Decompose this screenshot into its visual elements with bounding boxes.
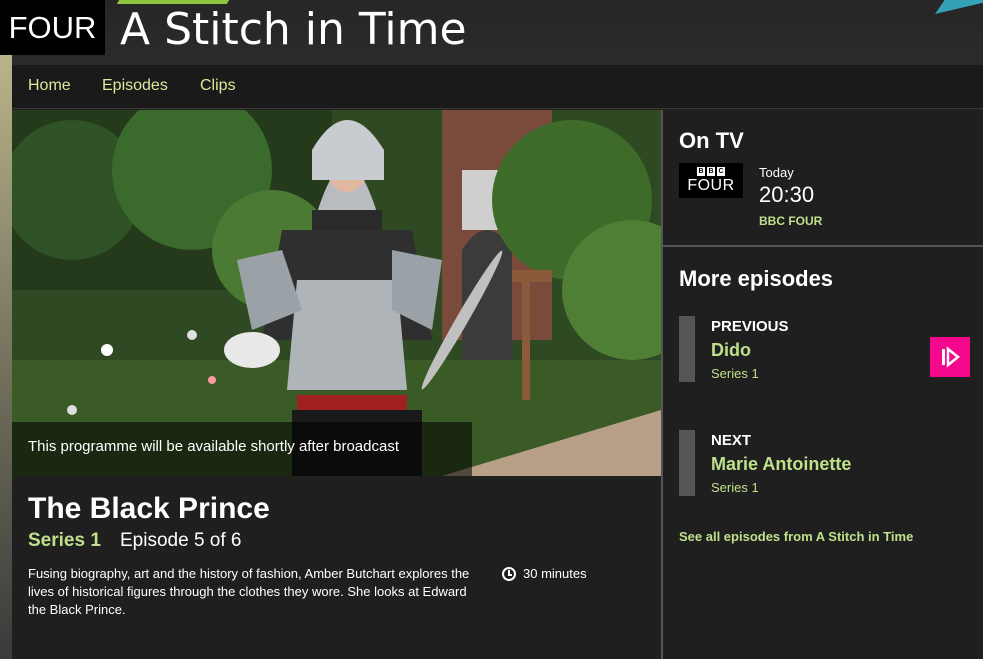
next-episode-title[interactable]: Marie Antoinette [711,454,851,475]
nav-clips[interactable]: Clips [200,77,236,95]
brand-title[interactable]: A Stitch in Time [120,4,467,55]
iplayer-play-button[interactable] [930,337,970,377]
clock-icon [502,566,516,581]
on-tv-heading: On TV [679,128,744,153]
bbc-blocks: B B C [697,167,725,176]
duration-text: 30 minutes [523,566,587,581]
next-episode-card[interactable]: NEXT Marie Antoinette Series 1 [679,430,969,496]
more-episodes-heading: More episodes [679,266,834,291]
channel-logo-text: FOUR [8,9,97,45]
episode-synopsis: Fusing biography, art and the history of… [28,566,470,617]
see-all-episodes-link[interactable]: See all episodes from A Stitch in Time [679,529,913,544]
availability-message: This programme will be available shortly… [12,422,472,476]
series-link[interactable]: Series 1 [28,530,101,552]
bbc-block: B [697,167,705,176]
episode-thumbnail-placeholder [679,316,695,382]
broadcast-day: Today [759,165,794,180]
masthead: FOUR A Stitch in Time [0,0,983,65]
section-divider [663,245,983,247]
previous-episode-title[interactable]: Dido [711,340,751,361]
bbc-block: B [707,167,715,176]
decorative-stripe [935,0,983,14]
bbc-four-logo[interactable]: B B C FOUR [679,163,743,198]
broadcast-time: 20:30 [759,182,815,207]
episode-number: Episode 5 of 6 [120,530,242,551]
next-episode-series: Series 1 [711,480,759,495]
iplayer-icon [942,346,961,368]
nav-episodes[interactable]: Episodes [102,77,168,95]
nav-home[interactable]: Home [28,77,71,95]
next-label: NEXT [711,432,752,449]
bbc-four-text: FOUR [687,177,735,194]
episode-panel: This programme will be available shortly… [12,110,661,659]
previous-episode-series: Series 1 [711,366,759,381]
episode-duration: 30 minutes [502,566,587,581]
channel-logo[interactable]: FOUR [0,0,105,55]
previous-label: PREVIOUS [711,318,789,335]
bbc-block: C [717,167,725,176]
episode-thumbnail-placeholder [679,430,695,496]
brand-navigation: Home Episodes Clips [12,65,983,109]
sidebar: On TV B B C FOUR Today 20:30 BBC FOUR Mo… [663,110,983,659]
decorative-side-stripe [0,55,12,659]
broadcast-channel-link[interactable]: BBC FOUR [759,214,822,228]
episode-hero-image: This programme will be available shortly… [12,110,661,476]
episode-title: The Black Prince [28,492,270,525]
previous-episode-card[interactable]: PREVIOUS Dido Series 1 [679,316,969,382]
